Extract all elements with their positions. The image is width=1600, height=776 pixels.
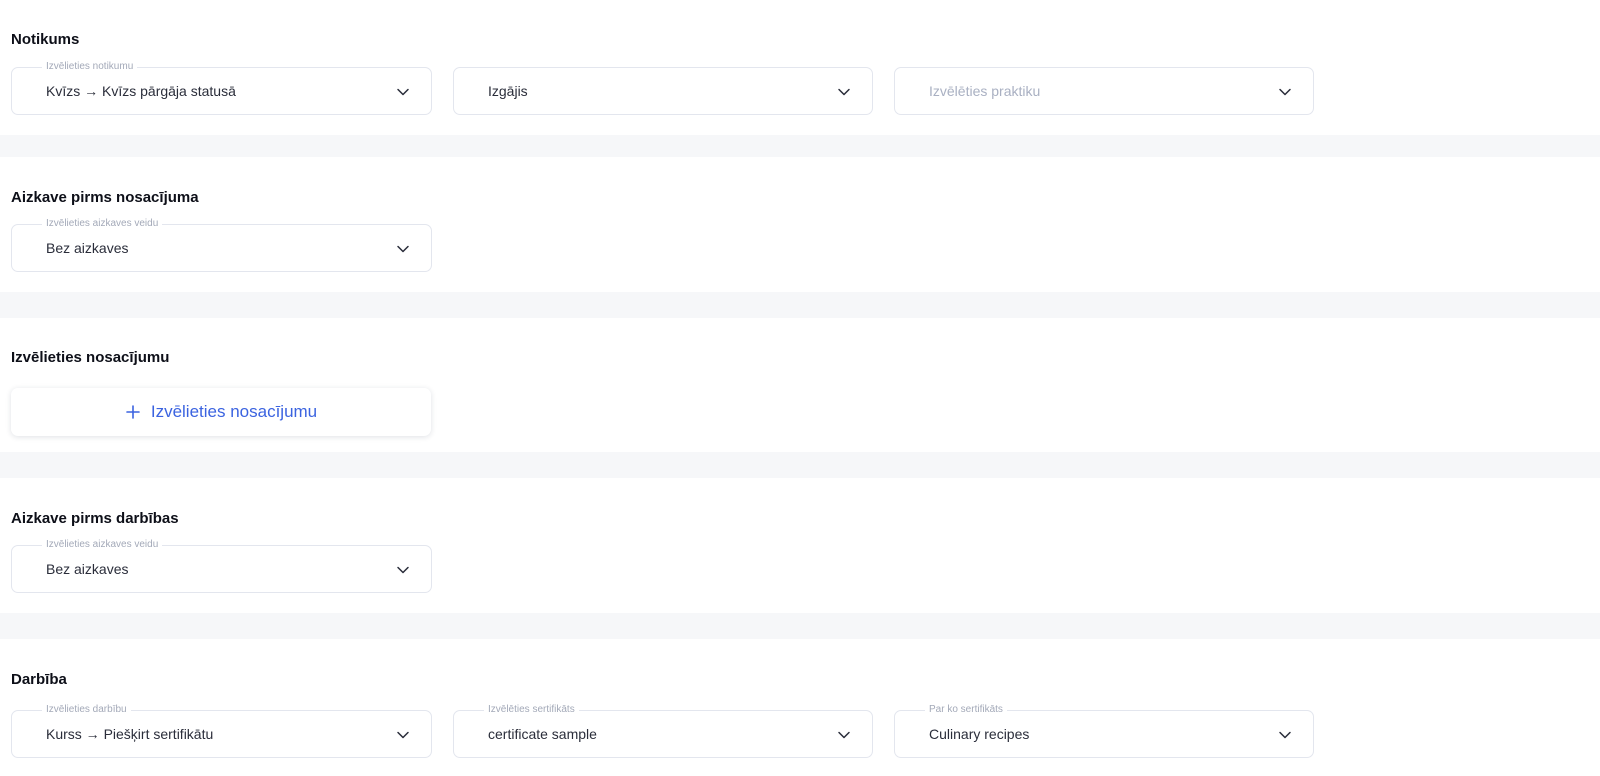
chevron-down-icon <box>397 88 409 96</box>
event-select-value: Kvīzs → Kvīzs pārgāja statusā <box>46 83 236 99</box>
event-section: Notikums Izvēlieties notikumu Kvīzs → Kv… <box>0 0 1600 135</box>
event-select[interactable]: Izvēlieties notikumu Kvīzs → Kvīzs pārgā… <box>11 61 432 115</box>
certificate-select-value: certificate sample <box>488 726 597 742</box>
practice-select[interactable]: Izvēlēties praktiku <box>894 67 1314 115</box>
section-title-delay-before-condition: Aizkave pirms nosacījuma <box>11 189 199 206</box>
delay-before-action-select[interactable]: Izvēlieties aizkaves veidu Bez aizkaves <box>11 539 432 593</box>
section-title-event: Notikums <box>11 31 80 48</box>
chevron-down-icon <box>838 731 850 739</box>
delay-before-action-section: Aizkave pirms darbības Izvēlieties aizka… <box>0 478 1600 613</box>
section-title-action: Darbība <box>11 671 67 688</box>
condition-section: Izvēlieties nosacījumu Izvēlieties nosac… <box>0 318 1600 452</box>
delay-before-condition-select[interactable]: Izvēlieties aizkaves veidu Bez aizkaves <box>11 218 432 272</box>
chevron-down-icon <box>397 245 409 253</box>
chevron-down-icon <box>1279 88 1291 96</box>
section-title-condition: Izvēlieties nosacījumu <box>11 349 170 366</box>
action-select-value: Kurss → Piešķirt sertifikātu <box>46 726 214 742</box>
section-title-delay-before-action: Aizkave pirms darbības <box>11 510 179 527</box>
plus-icon <box>126 405 140 419</box>
add-condition-button-label: Izvēlieties nosacījumu <box>150 402 318 421</box>
delay-select-value: Bez aizkaves <box>46 240 129 256</box>
certificate-select[interactable]: Izvēlēties sertifikāts certificate sampl… <box>453 704 873 758</box>
chevron-down-icon <box>1279 731 1291 739</box>
status-select-value: Izgājis <box>488 83 528 99</box>
delay-select-value: Bez aizkaves <box>46 561 129 577</box>
practice-select-placeholder: Izvēlēties praktiku <box>929 83 1041 99</box>
add-condition-button[interactable]: Izvēlieties nosacījumu <box>11 388 431 436</box>
chevron-down-icon <box>397 731 409 739</box>
action-section: Darbība Izvēlieties darbību Kurss → Pieš… <box>0 639 1600 776</box>
chevron-down-icon <box>397 566 409 574</box>
certificate-for-select[interactable]: Par ko sertifikāts Culinary recipes <box>894 704 1314 758</box>
action-select[interactable]: Izvēlieties darbību Kurss → Piešķirt ser… <box>11 704 432 758</box>
status-select[interactable]: Izgājis <box>453 67 873 115</box>
chevron-down-icon <box>838 88 850 96</box>
delay-before-condition-section: Aizkave pirms nosacījuma Izvēlieties aiz… <box>0 157 1600 292</box>
certificate-for-select-value: Culinary recipes <box>929 726 1030 742</box>
